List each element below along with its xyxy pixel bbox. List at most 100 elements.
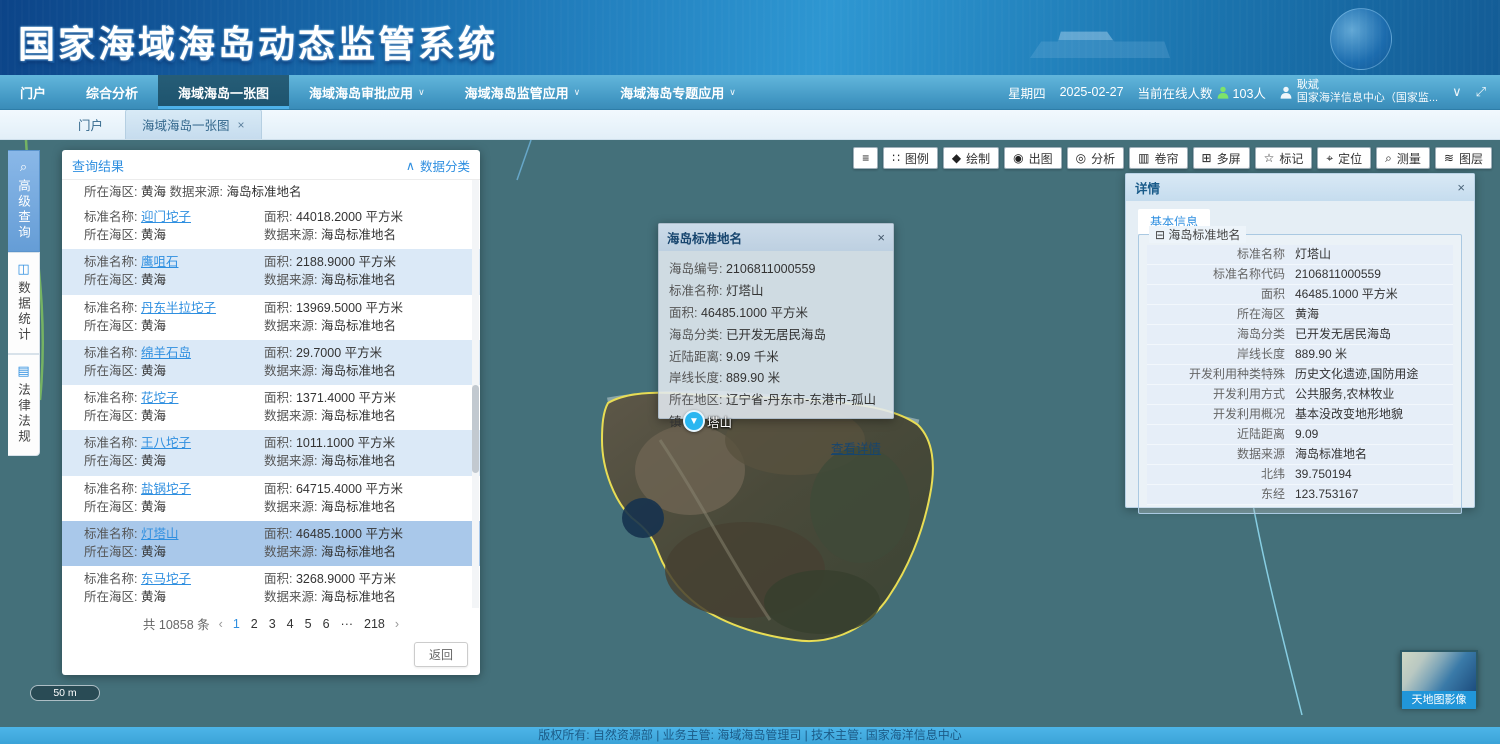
page-number[interactable]: 5: [304, 617, 313, 631]
nav-right-info: 星期四 2025-02-27 当前在线人数 103人 耿斌 国家海洋信息中心（国…: [1008, 75, 1500, 109]
results-header: 查询结果 ∧ 数据分类: [62, 150, 480, 180]
side-tab-label: 数据统计: [14, 281, 33, 343]
nav-tab[interactable]: 门户: [0, 75, 66, 109]
workspace-tab[interactable]: 海域海岛一张图 ×: [125, 109, 262, 139]
island-name-link[interactable]: 盐锅坨子: [141, 482, 191, 496]
map-canvas[interactable]: ⌕ 高级查询 ◫ 数据统计 ▤ 法律法规 查询结果 ∧ 数据分类: [0, 140, 1500, 727]
result-row[interactable]: 标准名称: 鹰咀石 面积: 2188.9000 平方米 所在海区: 黄海 数据来…: [62, 249, 480, 294]
user-org: 国家海洋信息中心（国家监...: [1297, 92, 1438, 105]
toolbar-button[interactable]: ≋ 图层: [1435, 147, 1492, 169]
popup-title: 海岛标准地名: [667, 228, 742, 247]
toolbar-button[interactable]: ≡: [853, 147, 878, 169]
globe-decoration: [1330, 8, 1392, 70]
result-row[interactable]: 标准名称: 盐锅坨子 面积: 64715.4000 平方米 所在海区: 黄海 数…: [62, 476, 480, 521]
view-details-link[interactable]: 查看详情: [831, 442, 881, 456]
result-row[interactable]: 标准名称: 东马坨子 面积: 3268.9000 平方米 所在海区: 黄海 数据…: [62, 566, 480, 608]
result-row[interactable]: 标准名称: 花坨子 面积: 1371.4000 平方米 所在海区: 黄海 数据来…: [62, 385, 480, 430]
toolbar-button[interactable]: ☆ 标记: [1255, 147, 1313, 169]
toolbar-icon: ▥: [1138, 151, 1149, 165]
toolbar-icon: ☆: [1264, 151, 1275, 165]
result-row[interactable]: 标准名称: 丹东半拉坨子 面积: 13969.5000 平方米 所在海区: 黄海…: [62, 295, 480, 340]
details-row: 所在海区 黄海: [1147, 305, 1453, 325]
details-row: 开发利用方式 公共服务,农林牧业: [1147, 385, 1453, 405]
close-icon[interactable]: ×: [1457, 180, 1465, 195]
result-row[interactable]: 标准名称: 王八坨子 面积: 1011.1000 平方米 所在海区: 黄海 数据…: [62, 430, 480, 475]
island-name-link[interactable]: 绵羊石岛: [141, 346, 191, 360]
details-row: 面积 46485.1000 平方米: [1147, 285, 1453, 305]
app-banner: 国家海域海岛动态监管系统: [0, 0, 1500, 75]
prev-page-icon[interactable]: ‹: [219, 617, 223, 631]
toolbar-button[interactable]: ◉ 出图: [1004, 147, 1062, 169]
island-name-link[interactable]: 王八坨子: [141, 436, 191, 450]
page-number[interactable]: 2: [250, 617, 259, 631]
island-name-link[interactable]: 东马坨子: [141, 572, 191, 586]
page-number[interactable]: 3: [268, 617, 277, 631]
side-tab[interactable]: ◫ 数据统计: [8, 252, 40, 354]
page-number[interactable]: 1: [232, 617, 241, 631]
nav-tab[interactable]: 海域海岛专题应用 ∨: [600, 75, 756, 109]
popup-row: 面积: 46485.1000 平方米: [669, 303, 883, 325]
toolbar-icon: ⌕: [1385, 151, 1392, 166]
details-row: 东经 123.753167: [1147, 485, 1453, 505]
nav-tab[interactable]: 海域海岛审批应用 ∨: [289, 75, 445, 109]
toolbar-button[interactable]: ◎ 分析: [1067, 147, 1125, 169]
marker-pin-icon[interactable]: ▼: [683, 410, 705, 432]
toolbar-icon: ◎: [1076, 151, 1086, 165]
island-name-link[interactable]: 花坨子: [141, 391, 179, 405]
chevron-down-icon: ∨: [729, 87, 736, 98]
island-name-link[interactable]: 丹东半拉坨子: [141, 301, 216, 315]
side-tab[interactable]: ▤ 法律法规: [8, 354, 40, 456]
result-row-partial[interactable]: 所在海区: 黄海 数据来源: 海岛标准地名: [62, 180, 480, 204]
data-classify-toggle[interactable]: ∧ 数据分类: [406, 156, 470, 175]
details-row: 数据来源 海岛标准地名: [1147, 445, 1453, 465]
workspace-tab[interactable]: 门户: [62, 110, 119, 139]
details-section-legend[interactable]: ⊟ 海岛标准地名: [1149, 226, 1246, 243]
page-number[interactable]: 218: [363, 617, 386, 631]
scrollbar-thumb[interactable]: [472, 385, 479, 473]
back-button[interactable]: 返回: [414, 642, 468, 667]
side-tab[interactable]: ⌕ 高级查询: [8, 150, 40, 252]
app-title: 国家海域海岛动态监管系统: [18, 14, 498, 68]
basemap-switcher[interactable]: 天地图影像: [1400, 650, 1478, 707]
details-header: 详情 ×: [1126, 174, 1474, 201]
result-row[interactable]: 标准名称: 迎门坨子 面积: 44018.2000 平方米 所在海区: 黄海 数…: [62, 204, 480, 249]
popup-header: 海岛标准地名 ×: [659, 224, 893, 251]
page-number[interactable]: 4: [286, 617, 295, 631]
nav-tab[interactable]: 海域海岛一张图: [158, 75, 289, 109]
next-page-icon[interactable]: ›: [395, 617, 399, 631]
island-name-link[interactable]: 鹰咀石: [141, 255, 179, 269]
collapse-section-icon[interactable]: ⊟: [1155, 228, 1165, 242]
results-list[interactable]: 所在海区: 黄海 数据来源: 海岛标准地名 标准名称: 迎门坨子 面积: 440…: [62, 180, 480, 608]
page-number[interactable]: 6: [322, 617, 331, 631]
page-number[interactable]: ···: [340, 617, 355, 631]
result-row[interactable]: 标准名称: 绵羊石岛 面积: 29.7000 平方米 所在海区: 黄海 数据来源…: [62, 340, 480, 385]
toolbar-button[interactable]: ⊞ 多屏: [1193, 147, 1250, 169]
toolbar-icon: ∷: [892, 151, 900, 165]
nav-tab[interactable]: 海域海岛监管应用 ∨: [445, 75, 601, 109]
island-name-link[interactable]: 迎门坨子: [141, 210, 191, 224]
close-icon[interactable]: ×: [877, 230, 885, 245]
details-row: 标准名称代码 2106811000559: [1147, 265, 1453, 285]
island-marker[interactable]: ▼ 塔山: [683, 410, 732, 432]
basemap-label: 天地图影像: [1402, 691, 1476, 709]
nav-tab[interactable]: 综合分析: [66, 75, 158, 109]
toolbar-button[interactable]: ∷ 图例: [883, 147, 938, 169]
user-block[interactable]: 耿斌 国家海洋信息中心（国家监...: [1280, 79, 1438, 104]
toolbar-button[interactable]: ◆ 绘制: [943, 147, 999, 169]
popup-row: 海岛编号: 2106811000559: [669, 259, 883, 281]
toolbar-icon: ≡: [862, 151, 869, 165]
island-name-link[interactable]: 灯塔山: [141, 527, 179, 541]
boundary-line-top: [517, 140, 531, 180]
toolbar-button[interactable]: ⌕ 测量: [1376, 147, 1430, 169]
details-row: 海岛分类 已开发无居民海岛: [1147, 325, 1453, 345]
close-icon[interactable]: ×: [238, 118, 245, 132]
chevron-down-icon: ∨: [574, 87, 581, 98]
result-row[interactable]: 标准名称: 灯塔山 面积: 46485.1000 平方米 所在海区: 黄海 数据…: [62, 521, 480, 566]
toolbar-button[interactable]: ⌖ 定位: [1317, 147, 1371, 169]
side-tab-icon: ⌕: [20, 159, 27, 175]
fullscreen-icon[interactable]: ⤢: [1476, 84, 1486, 100]
results-scrollbar[interactable]: [472, 180, 479, 608]
user-menu-chevron-icon[interactable]: ∨: [1452, 84, 1462, 100]
side-tab-icon: ▤: [17, 363, 29, 379]
toolbar-button[interactable]: ▥ 卷帘: [1129, 147, 1187, 169]
